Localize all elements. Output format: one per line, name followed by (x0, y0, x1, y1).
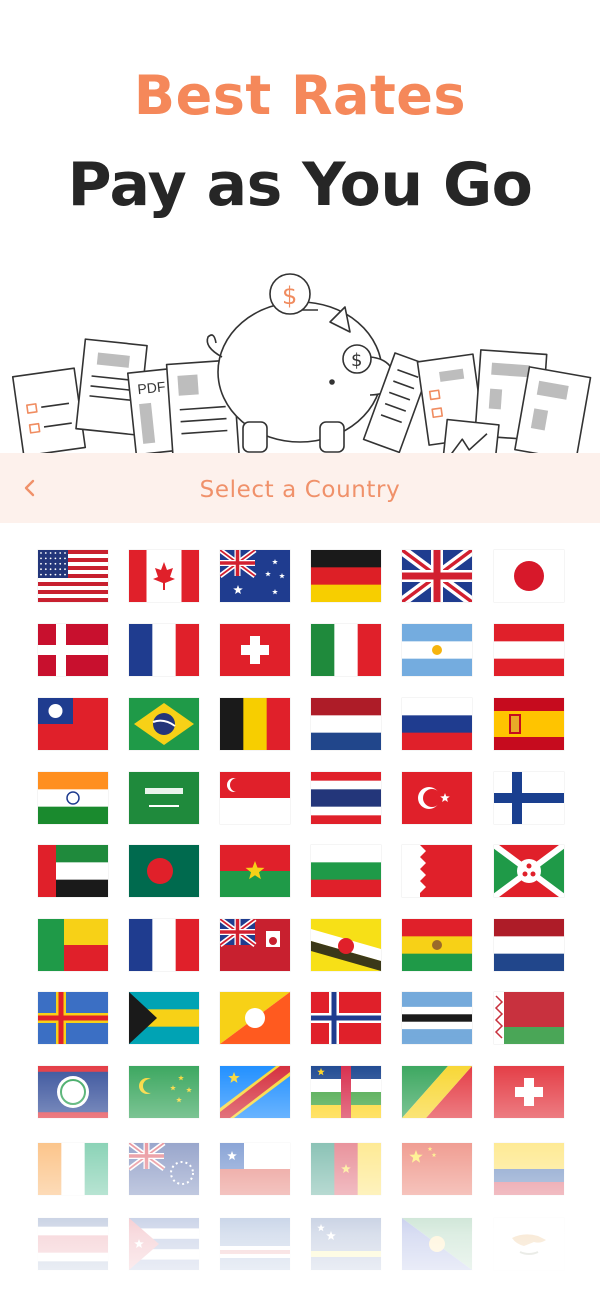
flag-bj[interactable] (38, 919, 108, 971)
headline-best-rates: Best Rates (133, 64, 467, 127)
flag-bd[interactable] (129, 845, 199, 897)
back-button[interactable] (12, 467, 48, 509)
document-icon (11, 367, 87, 457)
flag-bh[interactable] (402, 845, 472, 897)
page-title: Select a Country (199, 477, 401, 503)
svg-text:PDF: PDF (137, 378, 167, 397)
coin-icon: $ (269, 273, 311, 315)
flag-ch2[interactable] (494, 1066, 564, 1118)
flag-bo[interactable] (402, 919, 472, 971)
flag-bq[interactable] (494, 919, 564, 971)
flag-fr[interactable] (129, 624, 199, 676)
piggy-bank-illustration: PDF $ $ (11, 273, 592, 470)
headline-pay-as-you-go: Pay as You Go (67, 150, 533, 220)
flag-tr[interactable] (402, 772, 472, 824)
flag-be[interactable] (220, 698, 290, 750)
flag-th[interactable] (311, 772, 381, 824)
flag-dk[interactable] (38, 624, 108, 676)
flag-ck[interactable] (129, 1143, 199, 1195)
flag-au[interactable] (220, 550, 290, 602)
flag-sa[interactable] (129, 772, 199, 824)
flag-cv[interactable] (220, 1218, 290, 1270)
flag-cd[interactable] (220, 1066, 290, 1118)
flag-cu[interactable] (129, 1218, 199, 1270)
flag-cw[interactable] (311, 1218, 381, 1270)
flag-bf[interactable] (220, 845, 290, 897)
flag-gb[interactable] (402, 550, 472, 602)
flag-cf[interactable] (311, 1066, 381, 1118)
flag-bz[interactable] (38, 1066, 108, 1118)
flag-bl[interactable] (129, 919, 199, 971)
flag-ci[interactable] (38, 1143, 108, 1195)
flag-it[interactable] (311, 624, 381, 676)
flag-bw[interactable] (402, 992, 472, 1044)
flag-cc[interactable] (129, 1066, 199, 1118)
flag-de[interactable] (311, 550, 381, 602)
navbar: Select a Country (0, 453, 600, 523)
flag-cg[interactable] (402, 1066, 472, 1118)
flag-bt[interactable] (220, 992, 290, 1044)
flag-bv[interactable] (311, 992, 381, 1044)
flag-cm[interactable] (311, 1143, 381, 1195)
flag-by[interactable] (494, 992, 564, 1044)
flag-es[interactable] (494, 698, 564, 750)
flag-at[interactable] (494, 624, 564, 676)
flag-fi[interactable] (494, 772, 564, 824)
flag-us[interactable] (38, 550, 108, 602)
flag-bs[interactable] (129, 992, 199, 1044)
svg-text:$: $ (351, 350, 362, 371)
flag-bi[interactable] (494, 845, 564, 897)
flag-nl[interactable] (311, 698, 381, 750)
flag-ar[interactable] (402, 624, 472, 676)
flag-co[interactable] (494, 1143, 564, 1195)
flag-tw[interactable] (38, 698, 108, 750)
flag-cn[interactable] (402, 1143, 472, 1195)
flag-sg[interactable] (220, 772, 290, 824)
flag-ru[interactable] (402, 698, 472, 750)
flag-jp[interactable] (494, 550, 564, 602)
flag-cl[interactable] (220, 1143, 290, 1195)
document-icon (514, 366, 592, 462)
flag-cx[interactable] (402, 1218, 472, 1270)
flag-cr[interactable] (38, 1218, 108, 1270)
flag-br[interactable] (129, 698, 199, 750)
flag-ae[interactable] (38, 845, 108, 897)
flag-ax[interactable] (38, 992, 108, 1044)
flag-ca[interactable] (129, 550, 199, 602)
flag-cy[interactable] (494, 1218, 564, 1270)
svg-text:$: $ (282, 282, 297, 310)
flag-bm[interactable] (220, 919, 290, 971)
flag-bg[interactable] (311, 845, 381, 897)
flag-bn[interactable] (311, 919, 381, 971)
flag-ch[interactable] (220, 624, 290, 676)
chevron-left-icon (24, 479, 35, 497)
flag-in[interactable] (38, 772, 108, 824)
